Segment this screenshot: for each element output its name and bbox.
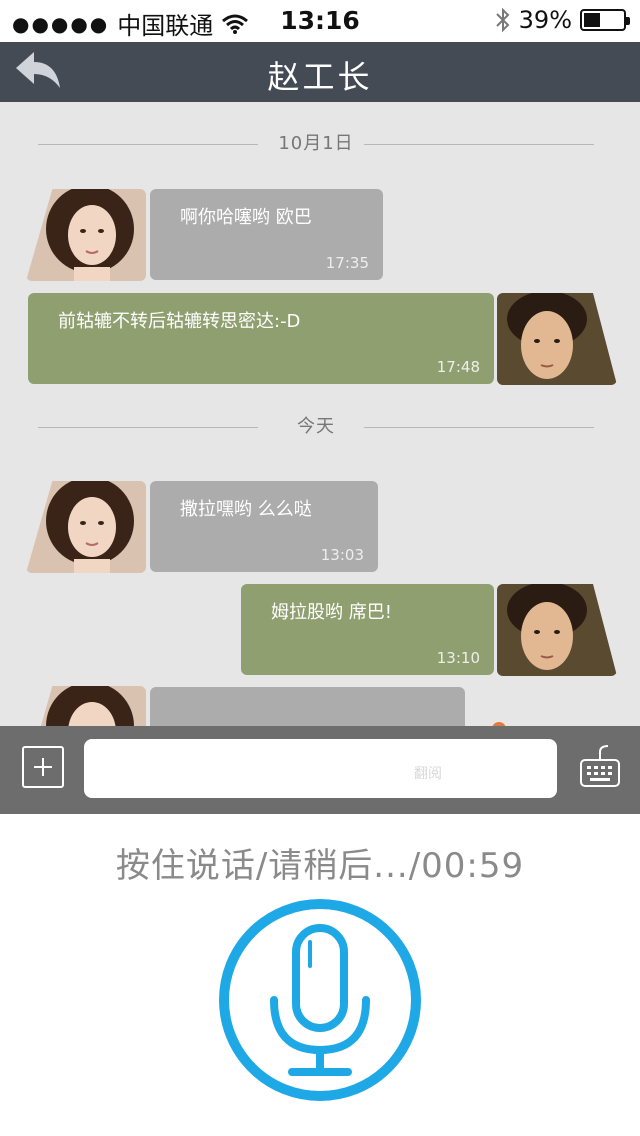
divider-line [364, 427, 594, 428]
input-bar: 翻阅 [0, 726, 640, 814]
user-avatar[interactable] [497, 584, 617, 676]
message-time: 17:48 [436, 358, 480, 376]
message-text: 姆拉股哟 席巴! [271, 602, 392, 623]
message-bubble-outgoing[interactable]: 姆拉股哟 席巴! 13:10 [241, 584, 494, 675]
message-text: 撒拉嘿哟 么么哒 [180, 499, 312, 520]
record-prompt: 按住说话/请稍后.../00:59 [115, 846, 525, 886]
add-attachment-button[interactable] [22, 746, 64, 788]
message-bubble-incoming[interactable]: 撒拉嘿哟 么么哒 13:03 [150, 481, 378, 572]
contact-avatar[interactable] [26, 481, 146, 573]
contact-avatar[interactable] [26, 686, 146, 726]
page-title: 赵工长 [267, 58, 373, 96]
contact-avatar[interactable] [26, 189, 146, 281]
battery-percent: 39% [518, 6, 572, 34]
keyboard-icon[interactable] [578, 744, 622, 790]
message-time: 13:03 [320, 546, 364, 564]
date-separator: 10月1日 [38, 129, 594, 159]
message-time: 13:10 [436, 649, 480, 667]
status-bar: ●●●●● 中国联通 13:16 39% [0, 0, 640, 42]
message-bubble-outgoing[interactable]: 前轱辘不转后轱辘转思密达:-D 17:48 [28, 293, 494, 384]
chat-area[interactable]: 10月1日 啊你哈噻哟 欧巴 17:35 前轱辘不转后轱辘转思密达:-D 17:… [0, 102, 640, 726]
battery-fill [584, 13, 600, 27]
microphone-button[interactable] [218, 898, 422, 1102]
input-hint: 翻阅 [414, 766, 442, 782]
message-text: 啊你哈噻哟 欧巴 [180, 207, 312, 228]
message-time: 17:35 [325, 254, 369, 272]
battery-icon [580, 9, 630, 31]
message-input[interactable]: 翻阅 [84, 739, 557, 798]
date-label: 今天 [297, 416, 335, 437]
bluetooth-icon [495, 7, 510, 33]
divider-line [364, 144, 594, 145]
nav-bar: 赵工长 [0, 42, 640, 102]
status-right: 39% [495, 6, 630, 34]
voice-record-panel: 按住说话/请稍后.../00:59 [0, 814, 640, 1136]
message-bubble-incoming[interactable]: 啊你哈噻哟 欧巴 17:35 [150, 189, 383, 280]
user-avatar[interactable] [497, 293, 617, 385]
message-bubble-incoming[interactable] [150, 687, 465, 726]
message-text: 前轱辘不转后轱辘转思密达:-D [58, 311, 301, 332]
date-separator: 今天 [38, 412, 594, 442]
date-label: 10月1日 [278, 133, 354, 154]
